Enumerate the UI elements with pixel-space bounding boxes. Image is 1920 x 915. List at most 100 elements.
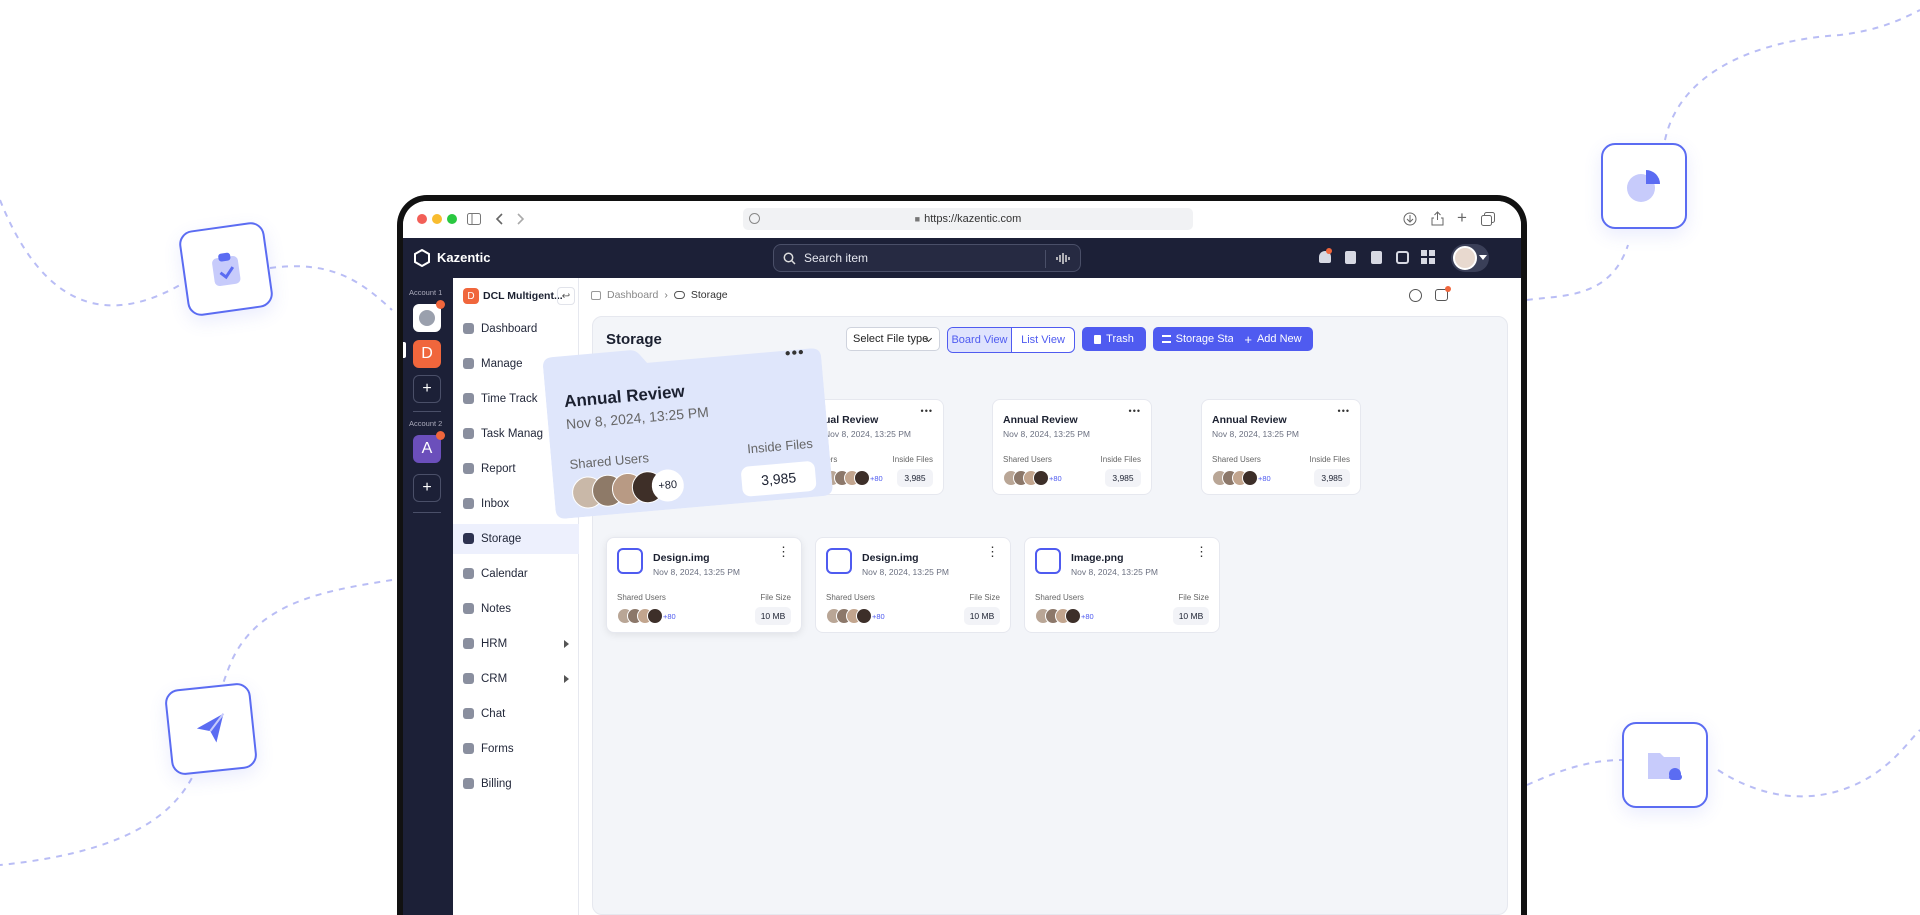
more-options-icon[interactable]: ••• xyxy=(1338,406,1350,416)
sidebar-item-storage[interactable]: Storage xyxy=(453,524,579,554)
folder-date: Nov 8, 2024, 13:25 PM xyxy=(824,429,911,439)
download-icon[interactable] xyxy=(1403,212,1417,226)
more-options-vertical-icon[interactable]: ⋮ xyxy=(986,544,1000,560)
file-title: Image.png xyxy=(1071,552,1124,564)
integration-icon[interactable] xyxy=(1396,251,1409,264)
file-title: Design.img xyxy=(653,552,710,564)
sidebar-item-chat[interactable]: Chat xyxy=(453,699,579,729)
avatar xyxy=(1065,608,1081,624)
view-toggle: Board View List View xyxy=(947,327,1075,353)
rail-divider xyxy=(413,411,441,412)
folder-card[interactable]: ••• ual Review Nov 8, 2024, 13:25 PM ters In… xyxy=(813,399,944,495)
sidebar-item-label: Forms xyxy=(481,743,514,755)
add-new-button[interactable]: + Add New xyxy=(1233,327,1313,351)
forward-icon[interactable] xyxy=(517,213,525,225)
dragged-folder-card[interactable]: ••• Annual Review Nov 8, 2024, 13:25 PM … xyxy=(541,320,833,520)
task-list-icon[interactable] xyxy=(1371,251,1382,264)
workspace-d-button[interactable]: D xyxy=(413,340,441,368)
more-options-icon[interactable]: ••• xyxy=(921,406,933,416)
chart-icon xyxy=(463,463,474,474)
more-options-vertical-icon[interactable]: ⋮ xyxy=(1195,544,1209,560)
lock-icon: ■ xyxy=(914,214,921,224)
folder-date: Nov 8, 2024, 13:25 PM xyxy=(1212,429,1299,439)
new-tab-icon[interactable]: + xyxy=(1457,208,1467,228)
pie-chart-float-icon xyxy=(1601,143,1687,229)
image-file-icon xyxy=(617,548,643,574)
workspace-a-letter: A xyxy=(421,440,433,457)
folder-card[interactable]: ••• Annual Review Nov 8, 2024, 13:25 PM Sha… xyxy=(1201,399,1361,495)
file-card[interactable]: ⋮ Design.img Nov 8, 2024, 13:25 PM Shared U… xyxy=(815,537,1011,633)
folder-card[interactable]: ••• Annual Review Nov 8, 2024, 13:25 PM Sha… xyxy=(992,399,1152,495)
sidebar-item-crm[interactable]: CRM xyxy=(453,664,579,694)
file-type-select[interactable]: Select File type xyxy=(846,327,940,351)
board-view-label: Board View xyxy=(951,334,1008,346)
add-workspace-button[interactable]: + xyxy=(413,375,441,403)
collapse-sidebar-button[interactable]: ↩ xyxy=(557,287,575,305)
add-workspace-button-2[interactable]: + xyxy=(413,474,441,502)
caret-right-icon xyxy=(564,640,569,648)
page-info-icon[interactable] xyxy=(749,213,760,224)
avatar xyxy=(1033,470,1049,486)
account2-label: Account 2 xyxy=(409,419,443,428)
sidebar-item-label: Calendar xyxy=(481,568,528,580)
chevron-down-icon xyxy=(1479,255,1487,260)
sidebar-item-label: CRM xyxy=(481,673,508,685)
sidebar-item-calendar[interactable]: Calendar xyxy=(453,559,579,589)
more-options-vertical-icon[interactable]: ⋮ xyxy=(777,544,791,560)
browser-toolbar: ■ https://kazentic.com + xyxy=(403,201,1521,238)
more-options-icon[interactable]: ••• xyxy=(1129,406,1141,416)
voice-search-icon[interactable] xyxy=(1056,252,1070,265)
rail-divider-2 xyxy=(413,512,441,513)
sidebar-item-notes[interactable]: Notes xyxy=(453,594,579,624)
list-view-tab[interactable]: List View xyxy=(1010,328,1074,352)
search-input[interactable]: Search item xyxy=(773,244,1081,272)
user-circle-icon xyxy=(463,673,474,684)
sidebar-item-hrm[interactable]: HRM xyxy=(453,629,579,659)
workspace-avatar: D xyxy=(463,288,479,304)
url-bar[interactable]: ■ https://kazentic.com xyxy=(743,208,1193,230)
sidebar-item-forms[interactable]: Forms xyxy=(453,734,579,764)
sidebar-item-billing[interactable]: Billing xyxy=(453,769,579,799)
sidebar-item-label: Time Track xyxy=(481,393,538,405)
sidebar-item-label: Billing xyxy=(481,778,512,790)
search-icon xyxy=(783,252,796,265)
apps-grid-icon[interactable] xyxy=(1421,250,1435,264)
app-header: Kazentic Search item xyxy=(403,238,1521,278)
trash-icon xyxy=(1094,334,1102,344)
clock-icon xyxy=(463,393,474,404)
maximize-window-button[interactable] xyxy=(447,214,457,224)
document-icon[interactable] xyxy=(1345,251,1356,264)
user-avatar xyxy=(1453,246,1477,270)
file-card[interactable]: ⋮ Image.png Nov 8, 2024, 13:25 PM Shared Us… xyxy=(1024,537,1220,633)
minimize-window-button[interactable] xyxy=(432,214,442,224)
share-icon[interactable] xyxy=(1431,211,1444,226)
breadcrumb: Dashboard › Storage xyxy=(591,289,728,301)
sidebar-toggle-icon[interactable] xyxy=(467,213,481,225)
puzzle-icon xyxy=(463,358,474,369)
board-view-tab[interactable]: Board View xyxy=(948,328,1011,352)
tabs-overview-icon[interactable] xyxy=(1481,212,1495,226)
avatar xyxy=(647,608,663,624)
workspace-switcher[interactable]: D DCL Multigent... ↩ xyxy=(461,286,575,308)
folder-title: Annual Review xyxy=(1003,414,1078,426)
image-file-icon xyxy=(826,548,852,574)
breadcrumb-dashboard[interactable]: Dashboard xyxy=(607,289,658,301)
settings-icon[interactable] xyxy=(1409,289,1422,302)
profile-menu[interactable] xyxy=(1451,244,1489,272)
cloud-icon xyxy=(463,533,474,544)
back-icon[interactable] xyxy=(495,213,503,225)
trash-button[interactable]: Trash xyxy=(1082,327,1146,351)
close-window-button[interactable] xyxy=(417,214,427,224)
sidebar-item-dashboard[interactable]: Dashboard xyxy=(453,314,579,344)
workspace-a-button[interactable]: A xyxy=(413,435,441,463)
search-placeholder: Search item xyxy=(804,251,869,265)
calendar-icon xyxy=(463,568,474,579)
file-card[interactable]: ⋮ Design.img Nov 8, 2024, 13:25 PM Shared U… xyxy=(606,537,802,633)
shared-users-label: Shared Users xyxy=(826,593,875,602)
url-text: https://kazentic.com xyxy=(924,213,1022,225)
dragged-card-more-icon[interactable]: ••• xyxy=(784,344,805,364)
mail-icon xyxy=(463,498,474,509)
avatar xyxy=(856,608,872,624)
account1-workspace-button[interactable] xyxy=(413,304,441,332)
dragged-card-count: 3,985 xyxy=(740,460,817,497)
